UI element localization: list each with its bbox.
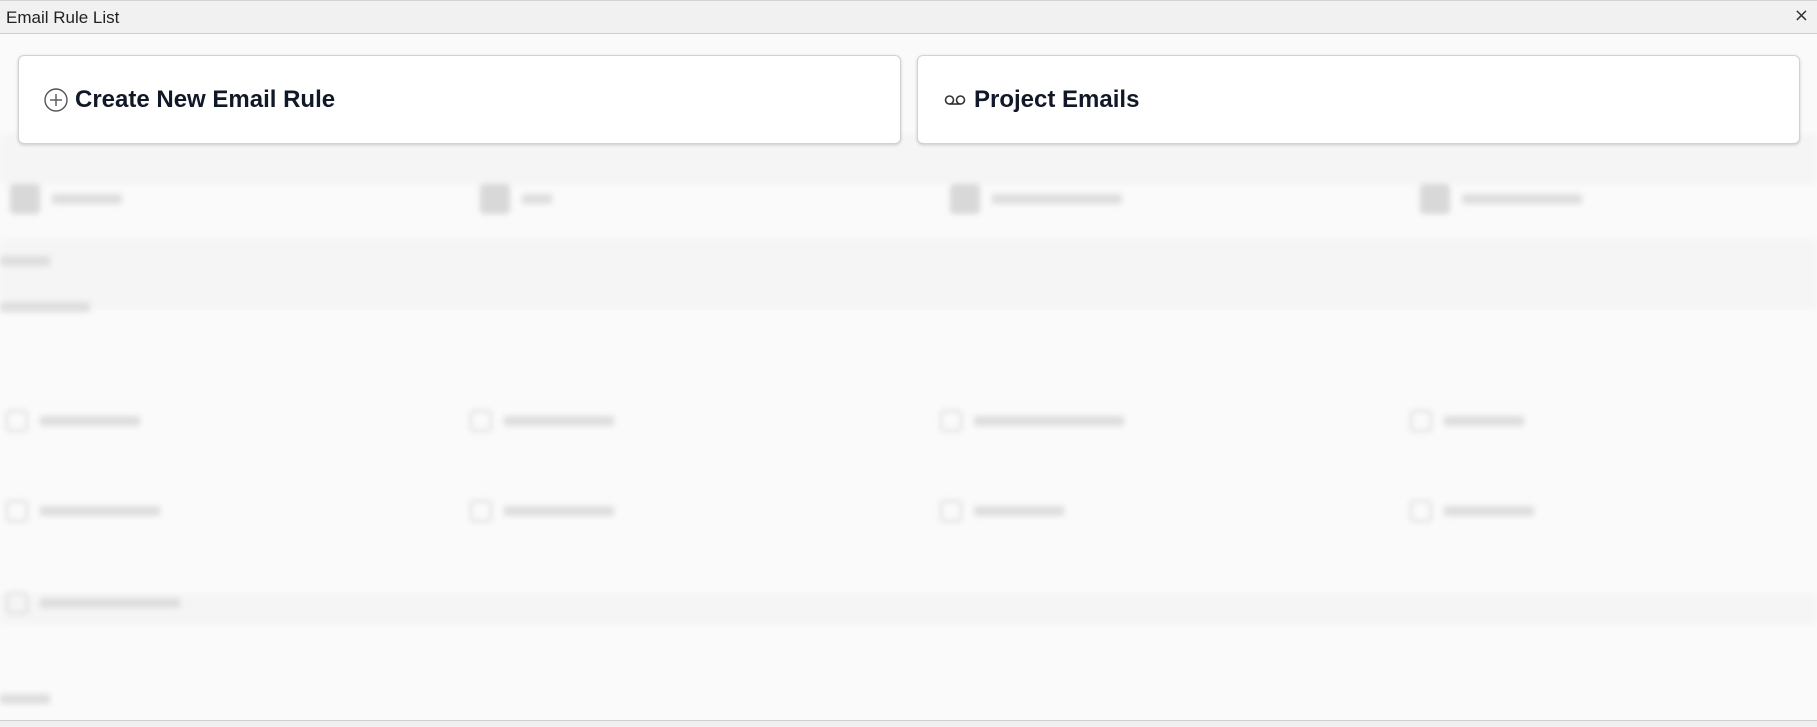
dialog-content: Create New Email Rule Project Emails	[0, 34, 1817, 720]
create-new-email-rule-card[interactable]: Create New Email Rule	[18, 55, 901, 144]
window-title: Email Rule List	[6, 8, 120, 27]
create-new-email-rule-label: Create New Email Rule	[75, 85, 336, 113]
close-button[interactable]: ×	[1794, 6, 1809, 26]
voicemail-icon	[942, 87, 968, 113]
email-rule-list-window: Email Rule List × Create New Email Rule …	[0, 0, 1817, 727]
plus-circle-icon	[43, 87, 69, 113]
title-bar: Email Rule List ×	[0, 0, 1817, 34]
project-emails-card[interactable]: Project Emails	[917, 55, 1800, 144]
project-emails-label: Project Emails	[974, 85, 1140, 113]
